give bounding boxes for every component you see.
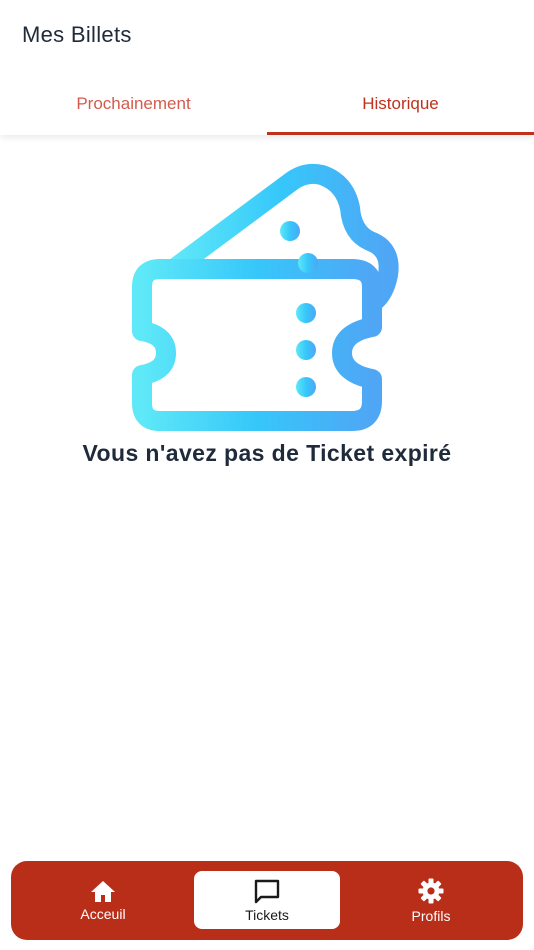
empty-state-message: Vous n'avez pas de Ticket expiré	[82, 440, 452, 466]
home-icon	[91, 880, 115, 902]
ticket-icon	[132, 163, 399, 431]
gear-icon	[418, 878, 444, 903]
app-header: Mes Billets Prochainement Historique	[0, 0, 534, 135]
nav-home-label: Acceuil	[80, 905, 126, 922]
page-title: Mes Billets	[22, 22, 132, 47]
nav-home[interactable]: Acceuil	[35, 871, 171, 929]
tab-history[interactable]: Historique	[267, 76, 534, 135]
message-icon	[254, 879, 280, 903]
nav-tickets-label: Tickets	[245, 906, 289, 923]
nav-profile[interactable]: Profils	[363, 871, 499, 929]
tab-bar: Prochainement Historique	[0, 76, 534, 135]
tab-upcoming[interactable]: Prochainement	[0, 76, 267, 132]
bottom-navigation: Acceuil Tickets Profils	[11, 861, 523, 940]
nav-tickets[interactable]: Tickets	[194, 871, 340, 929]
tickets-screen: Mes Billets Prochainement Historique Vou…	[0, 0, 534, 950]
nav-profile-label: Profils	[411, 907, 451, 924]
